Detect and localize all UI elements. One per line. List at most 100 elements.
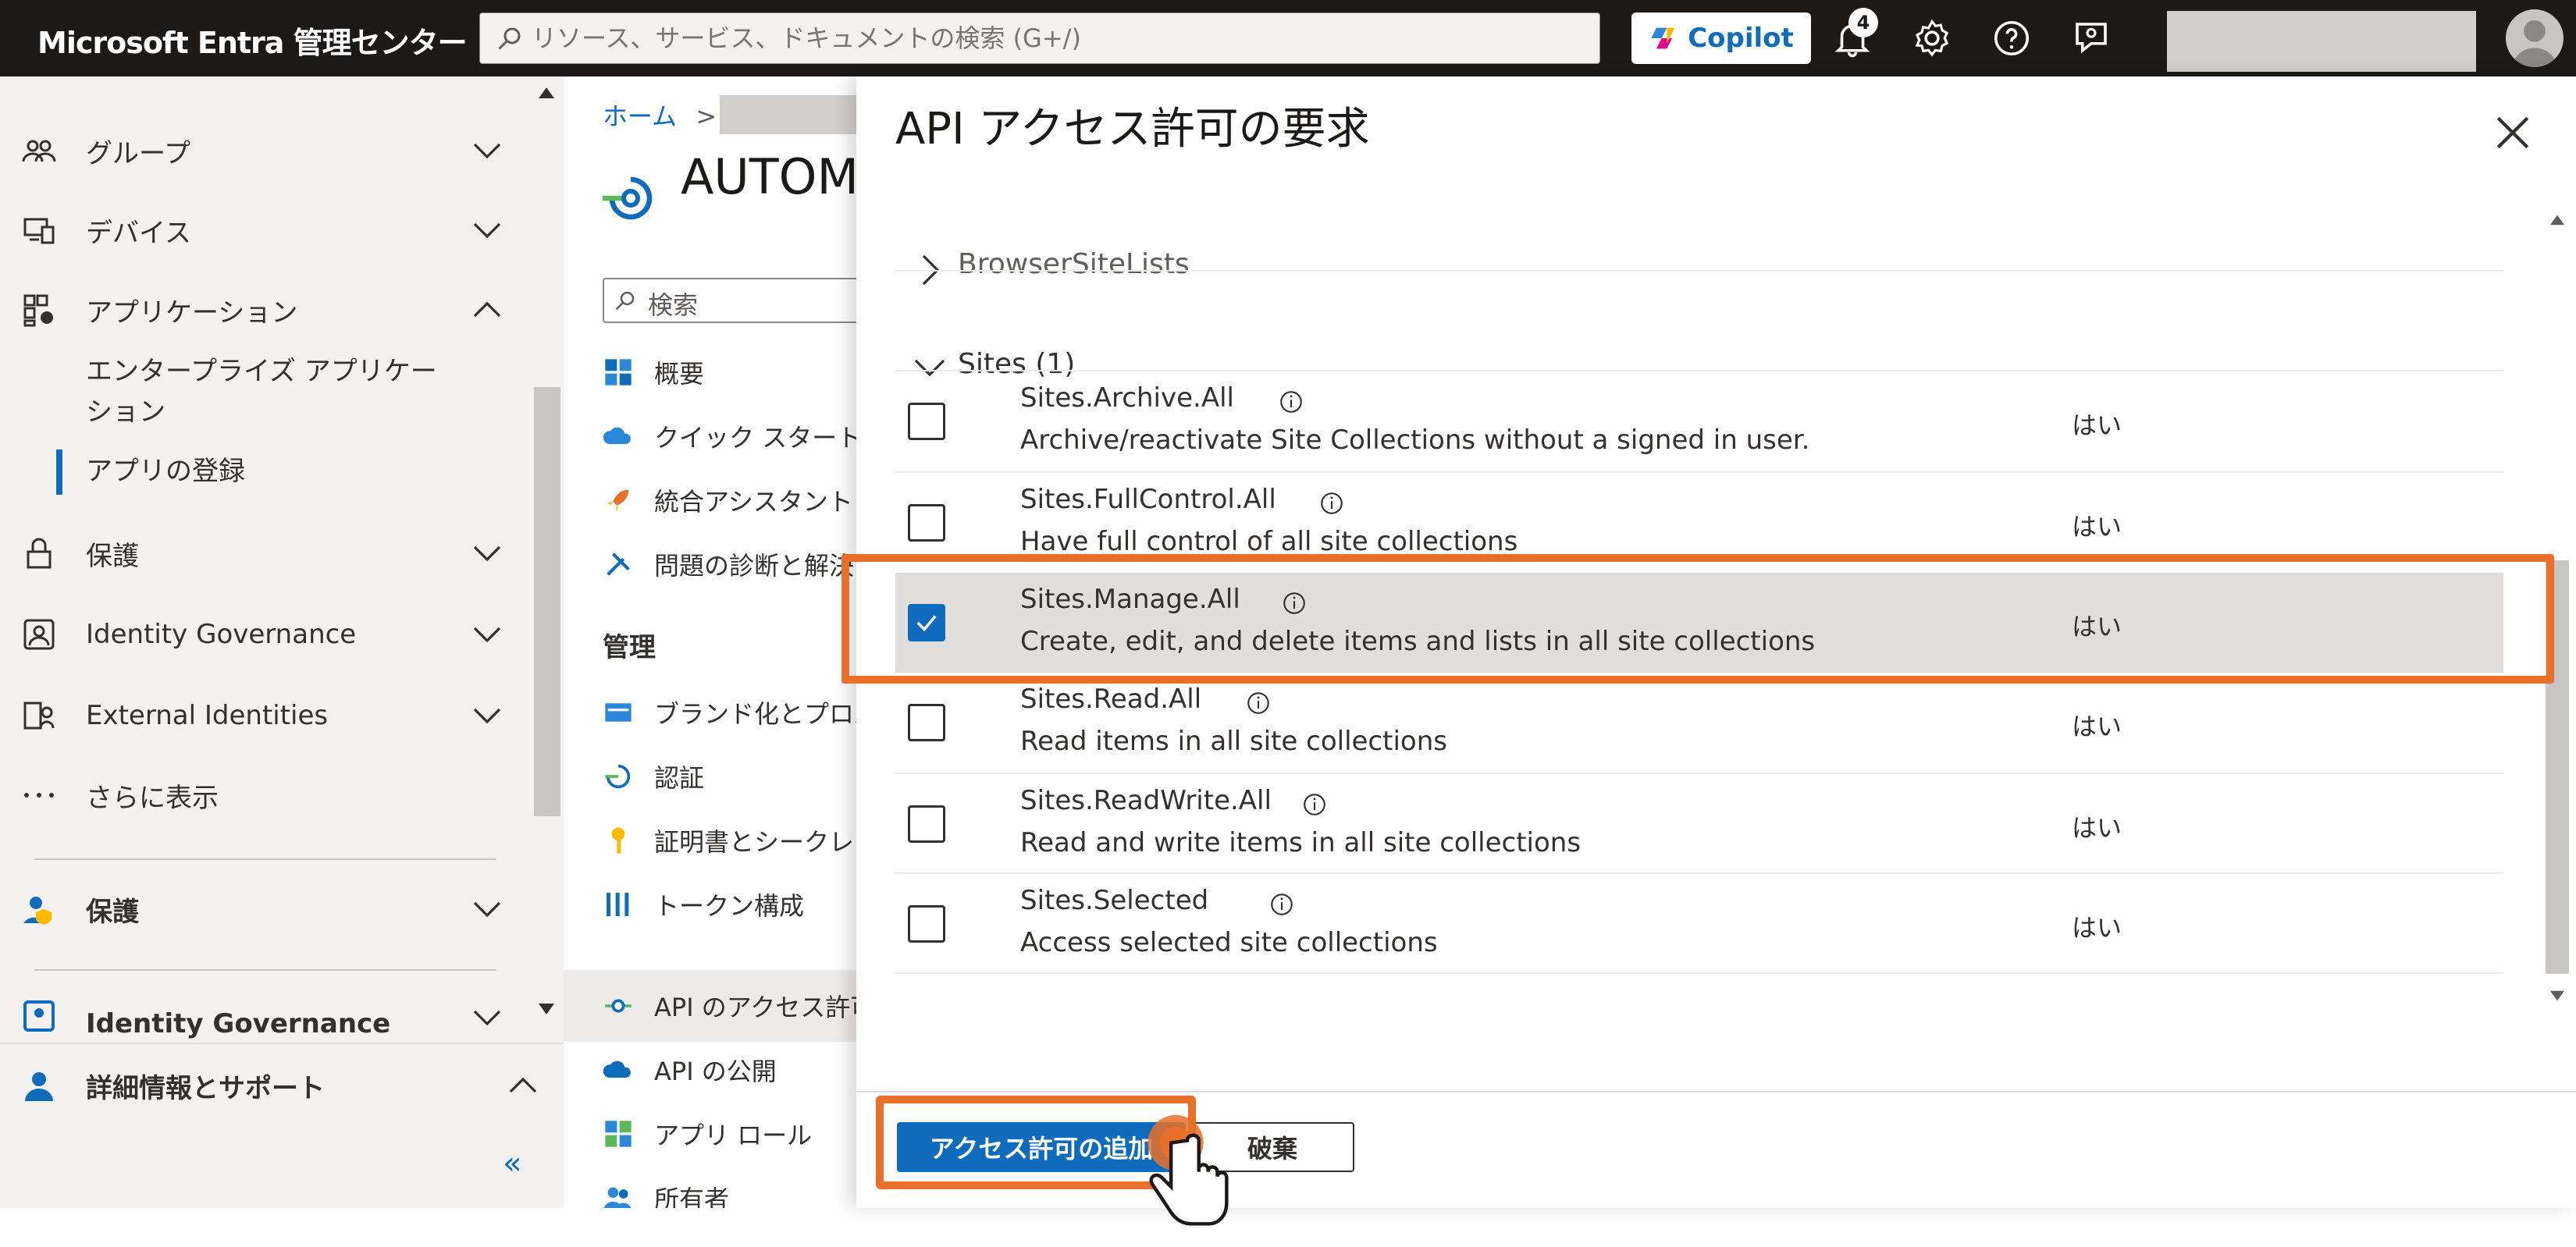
permission-checkbox[interactable] [908,805,945,843]
menu-quickstart[interactable]: クイック スタート [603,409,860,464]
permission-row[interactable]: Sites.ReadWrite.All Read and write items… [895,774,2503,874]
scroll-up-icon[interactable] [2549,212,2566,226]
nav-label: アプリケーション [86,297,298,329]
account-name-redacted[interactable] [2167,11,2476,72]
permission-checkbox[interactable] [908,704,945,741]
hand-cursor-icon [1147,1114,1229,1226]
menu-label: ブランド化とプロパティ [654,699,860,729]
permission-checkbox[interactable] [908,403,945,440]
menu-label: 証明書とシークレット [654,827,860,857]
menu-label: 問題の診断と解決 [654,551,855,581]
nav-section-protection[interactable]: 保護 [0,874,546,944]
breadcrumb-separator: > [696,101,717,131]
left-nav: グループ デバイス アプリケーション エンタープライズ アプリケー ション アプ… [0,76,564,1208]
admin-consent-required: はい [2072,913,2122,943]
nav-label: 保護 [86,896,139,928]
menu-label: API の公開 [654,1057,777,1086]
nav-label: グループ [86,137,190,169]
nav-label: 詳細情報とサポート [86,1072,325,1104]
nav-item-applications[interactable]: アプリケーション [0,275,546,345]
support-person-icon [25,1072,53,1101]
apps-icon [23,294,53,327]
scroll-down-icon[interactable] [2549,989,2566,1004]
nav-sub-enterprise-apps[interactable]: エンタープライズ アプリケー ション [86,351,437,432]
menu-certificates[interactable]: 証明書とシークレット [603,813,860,868]
permission-name: Sites.Read.All [1020,684,1202,715]
breadcrumb-home[interactable]: ホーム [603,101,677,131]
admin-consent-required: はい [2072,712,2122,741]
menu-expose-api[interactable]: API の公開 [603,1043,860,1097]
group-label: BrowserSiteLists [958,248,1190,280]
admin-consent-required: はい [2072,410,2122,440]
menu-owners[interactable]: 所有者 [603,1171,860,1208]
scroll-up-icon[interactable] [537,84,556,100]
menu-token-config[interactable]: トークン構成 [603,877,860,932]
permission-checkbox[interactable] [908,504,945,542]
permission-name: Sites.Selected [1020,885,1209,916]
nav-item-external-identities[interactable]: External Identities [0,680,546,751]
blade-search[interactable]: 検索 [603,278,860,323]
chevron-up-icon [473,301,501,318]
nav-label: External Identities [86,700,329,731]
permission-row[interactable]: Sites.Read.All Read items in all site co… [895,673,2503,773]
permission-checkbox[interactable] [908,905,945,943]
token-icon [607,893,629,916]
group-icon [22,140,56,162]
manage-section-header: 管理 [603,632,656,663]
chevron-down-icon [473,1010,501,1026]
permission-description: Archive/reactivate Site Collections with… [1020,425,1810,456]
nav-item-protection[interactable]: 保護 [0,518,546,588]
help-icon[interactable] [1991,17,2033,59]
rocket-icon [607,489,629,511]
menu-label: アプリ ロール [654,1121,813,1150]
menu-branding[interactable]: ブランド化とプロパティ [603,685,860,740]
nav-section-identity-governance[interactable]: Identity Governance [0,985,546,1039]
brand-title[interactable]: Microsoft Entra 管理センター [37,19,468,62]
lock-icon [27,538,52,569]
menu-overview[interactable]: 概要 [603,345,860,400]
nav-section-support[interactable]: 詳細情報とサポート [0,1050,546,1121]
nav-sub-app-registrations[interactable]: アプリの登録 [86,451,245,492]
nav-item-groups[interactable]: グループ [0,115,546,186]
roles-icon [605,1121,632,1147]
scroll-down-icon[interactable] [537,1002,556,1018]
info-icon[interactable] [1245,690,1272,716]
permission-row[interactable]: Sites.Archive.All Archive/reactivate Sit… [895,371,2503,471]
copilot-button[interactable]: Copilot [1631,12,1811,64]
info-icon[interactable] [1301,791,1328,818]
search-icon [615,291,635,311]
nav-label: さらに表示 [86,782,219,814]
global-search-input[interactable] [532,21,1578,55]
nav-divider [34,858,496,860]
feedback-icon[interactable] [2070,17,2112,59]
info-icon[interactable] [1268,891,1295,918]
permission-description: Access selected site collections [1020,927,1438,958]
nav-sub-label-line1: エンタープライズ アプリケー [86,356,437,387]
nav-label: Identity Governance [86,1008,391,1039]
nav-label: 保護 [86,540,139,572]
info-icon[interactable] [1318,490,1345,517]
close-icon[interactable] [2488,108,2538,158]
copilot-icon [1651,27,1675,49]
footer-divider [856,1091,2576,1092]
divider [895,972,2503,974]
nav-scrollbar-thumb[interactable] [534,387,560,816]
menu-label: トークン構成 [654,891,805,921]
chevron-up-icon [509,1077,537,1093]
menu-api-permissions[interactable]: API のアクセス許可 [603,979,860,1033]
global-search[interactable] [479,12,1600,64]
menu-diagnose[interactable]: 問題の診断と解決 [603,537,860,592]
permission-description: Have full control of all site collection… [1020,526,1518,557]
menu-authentication[interactable]: 認証 [603,749,860,804]
collapse-nav-button[interactable]: « [503,1146,521,1181]
info-icon[interactable] [1278,389,1304,415]
nav-item-devices[interactable]: デバイス [0,195,546,265]
nav-item-show-more[interactable]: さらに表示 [0,760,546,830]
menu-label: 認証 [654,763,705,793]
menu-app-roles[interactable]: アプリ ロール [603,1107,860,1161]
avatar-icon[interactable] [2506,9,2564,67]
nav-item-identity-governance[interactable]: Identity Governance [0,599,546,670]
gear-icon[interactable] [1911,17,1953,59]
permission-row[interactable]: Sites.Selected Access selected site coll… [895,874,2503,974]
menu-integration-assistant[interactable]: 統合アシスタント [603,473,860,528]
